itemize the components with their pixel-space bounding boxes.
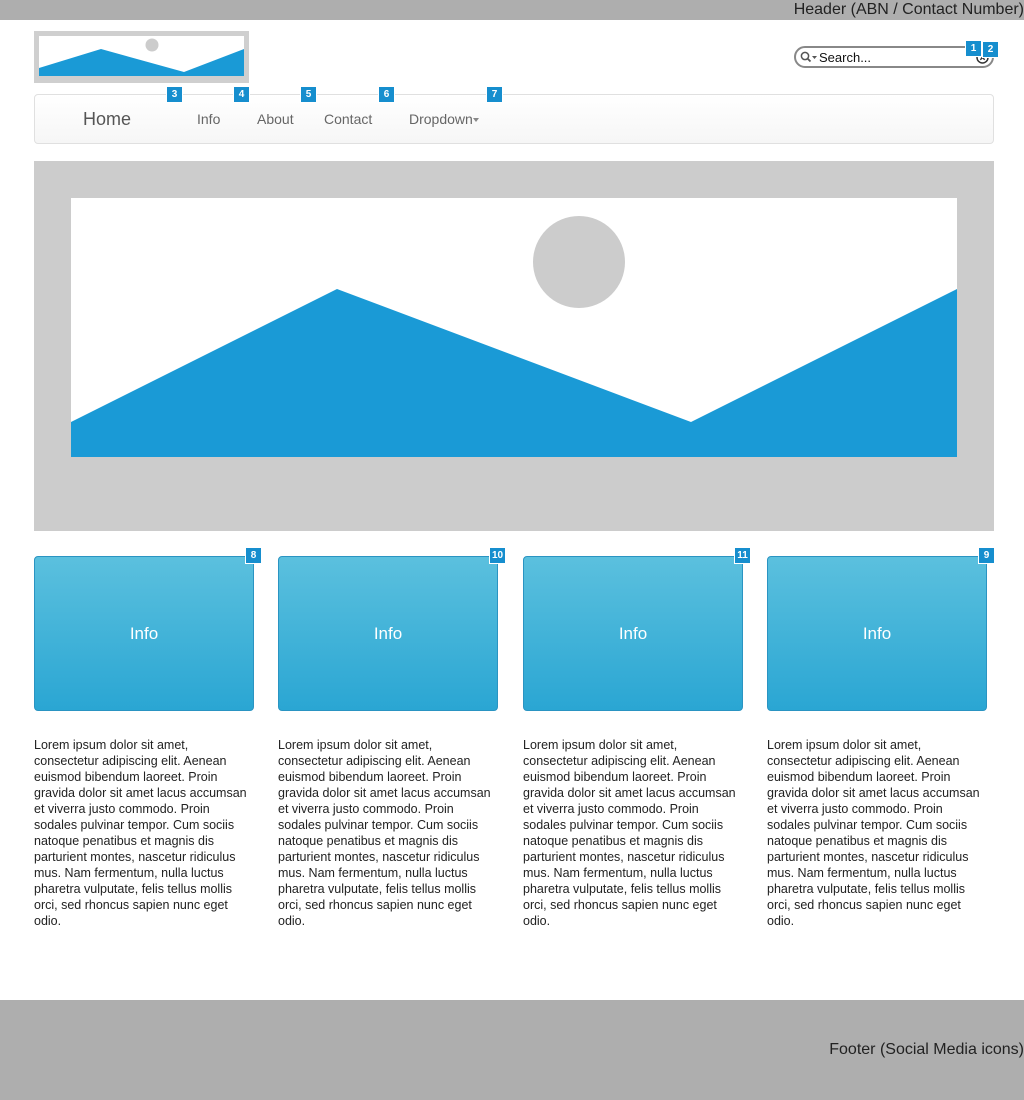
search-icon [800,51,817,63]
annotation-badge-9: 9 [978,547,995,564]
image-placeholder-icon [39,38,244,76]
chevron-down-icon [472,118,479,123]
nav-item-contact[interactable]: Contact [324,111,372,128]
info-text-1: Lorem ipsum dolor sit amet, consectetur … [34,738,247,928]
header-text: Header (ABN / Contact Number) [793,1,1024,18]
annotation-badge-1: 1 [965,40,982,57]
annotation-badge-11: 11 [734,547,751,564]
footer-bar: Footer (Social Media icons) [0,1000,1024,1100]
info-tile-4[interactable]: Info [767,556,987,711]
annotation-badge-5: 5 [300,86,317,103]
annotation-badge-6: 6 [378,86,395,103]
header-bar: Header (ABN / Contact Number) [0,0,1024,20]
nav-item-about[interactable]: About [257,111,294,128]
logo-image-placeholder [39,36,244,76]
nav-item-info[interactable]: Info [197,111,220,128]
annotation-badge-10: 10 [489,547,506,564]
annotation-badge-4: 4 [233,86,250,103]
hero-banner [34,161,994,531]
annotation-badge-7: 7 [486,86,503,103]
hero-image-placeholder [71,198,957,457]
info-tile-1[interactable]: Info [34,556,254,711]
site-logo[interactable] [34,31,249,83]
search-input[interactable] [819,49,979,65]
image-placeholder-icon [71,216,957,457]
footer-text: Footer (Social Media icons) [829,1041,1024,1058]
annotation-badge-2: 2 [982,41,999,58]
annotation-badge-8: 8 [245,547,262,564]
annotation-badge-3: 3 [166,86,183,103]
info-text-3: Lorem ipsum dolor sit amet, consectetur … [523,738,736,928]
nav-home[interactable]: Home [83,108,131,130]
search-box[interactable] [794,46,994,68]
info-text-4: Lorem ipsum dolor sit amet, consectetur … [767,738,980,928]
info-tile-2[interactable]: Info [278,556,498,711]
nav-item-dropdown-label: Dropdown [409,111,473,127]
nav-item-dropdown[interactable]: Dropdown [409,111,479,128]
info-text-2: Lorem ipsum dolor sit amet, consectetur … [278,738,491,928]
info-tile-3[interactable]: Info [523,556,743,711]
